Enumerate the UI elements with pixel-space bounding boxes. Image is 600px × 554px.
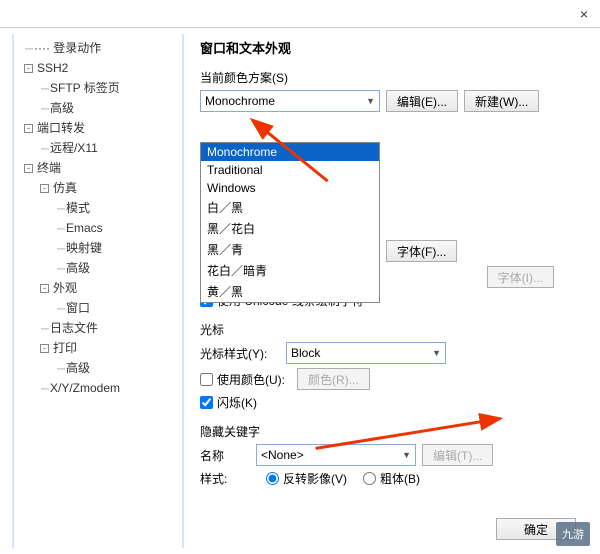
scheme-dropdown[interactable]: Monochrome Traditional Windows 白／黑 黑／花白 …	[200, 142, 380, 303]
tree-item[interactable]: -打印 ····高级	[38, 338, 178, 378]
cursor-style-select[interactable]: Block ▼	[286, 342, 446, 364]
tree-item[interactable]: ····SFTP 标签页	[38, 78, 178, 98]
dropdown-option[interactable]: 白／黑	[201, 197, 379, 218]
tree-item[interactable]: -外观 ····窗口	[38, 278, 178, 318]
scheme-label: 当前颜色方案(S)	[200, 69, 584, 86]
name-label: 名称	[200, 447, 250, 464]
blink-label: 闪烁(K)	[217, 394, 257, 411]
font-button-2: 字体(I)...	[487, 266, 554, 288]
tree-item[interactable]: -SSH2 ····SFTP 标签页 ····高级	[22, 58, 178, 118]
radio-invert[interactable]: 反转影像(V)	[266, 470, 347, 487]
tree-item[interactable]: ····高级	[54, 258, 178, 278]
chevron-down-icon: ▼	[366, 96, 375, 106]
tree-item[interactable]: ····高级	[54, 358, 178, 378]
close-icon[interactable]: ×	[580, 6, 588, 22]
name-select[interactable]: <None> ▼	[256, 444, 416, 466]
dropdown-option[interactable]: Traditional	[201, 161, 379, 179]
use-color-checkbox[interactable]	[200, 373, 213, 386]
edit-button[interactable]: 编辑(E)...	[386, 90, 458, 112]
use-color-label: 使用颜色(U):	[217, 371, 285, 388]
chevron-down-icon: ▼	[432, 348, 441, 358]
category-tree: ········ 登录动作 -SSH2 ····SFTP 标签页 ····高级 …	[0, 28, 190, 554]
tree-item[interactable]: ····远程/X11	[38, 138, 178, 158]
blink-checkbox[interactable]	[200, 396, 213, 409]
cursor-style-label: 光标样式(Y):	[200, 345, 280, 362]
tree-item[interactable]: ····模式	[54, 198, 178, 218]
font-button[interactable]: 字体(F)...	[386, 240, 457, 262]
scheme-select[interactable]: Monochrome ▼	[200, 90, 380, 112]
cursor-section: 光标	[200, 321, 584, 338]
tree-item[interactable]: ····日志文件	[38, 318, 178, 338]
tree-item[interactable]: ····Emacs	[54, 218, 178, 238]
new-button[interactable]: 新建(W)...	[464, 90, 539, 112]
style-label: 样式:	[200, 470, 250, 487]
chevron-down-icon: ▼	[402, 450, 411, 460]
watermark: 九游	[556, 522, 590, 546]
tree-item[interactable]: ········ 登录动作	[22, 38, 178, 58]
tree-item[interactable]: ····窗口	[54, 298, 178, 318]
hidden-section: 隐藏关键字	[200, 423, 584, 440]
dropdown-option[interactable]: 黄／黑	[201, 281, 379, 302]
tree-item[interactable]: ····X/Y/Zmodem	[38, 378, 178, 398]
dropdown-option[interactable]: 黑／青	[201, 239, 379, 260]
tree-item[interactable]: ····高级	[38, 98, 178, 118]
dropdown-option[interactable]: Monochrome	[201, 143, 379, 161]
dropdown-option[interactable]: 黑／花白	[201, 218, 379, 239]
tree-item[interactable]: -仿真 ····模式 ····Emacs ····映射键 ····高级	[38, 178, 178, 278]
tree-item[interactable]: -终端 -仿真 ····模式 ····Emacs ····映射键 ····高级 …	[22, 158, 178, 398]
tree-item[interactable]: ····映射键	[54, 238, 178, 258]
panel-title: 窗口和文本外观	[200, 38, 584, 57]
radio-bold[interactable]: 粗体(B)	[363, 470, 420, 487]
dropdown-option[interactable]: 花白／暗青	[201, 260, 379, 281]
dropdown-option[interactable]: Windows	[201, 179, 379, 197]
tree-item[interactable]: -端口转发 ····远程/X11	[22, 118, 178, 158]
edit-2-button: 编辑(T)...	[422, 444, 493, 466]
color-button: 颜色(R)...	[297, 368, 370, 390]
